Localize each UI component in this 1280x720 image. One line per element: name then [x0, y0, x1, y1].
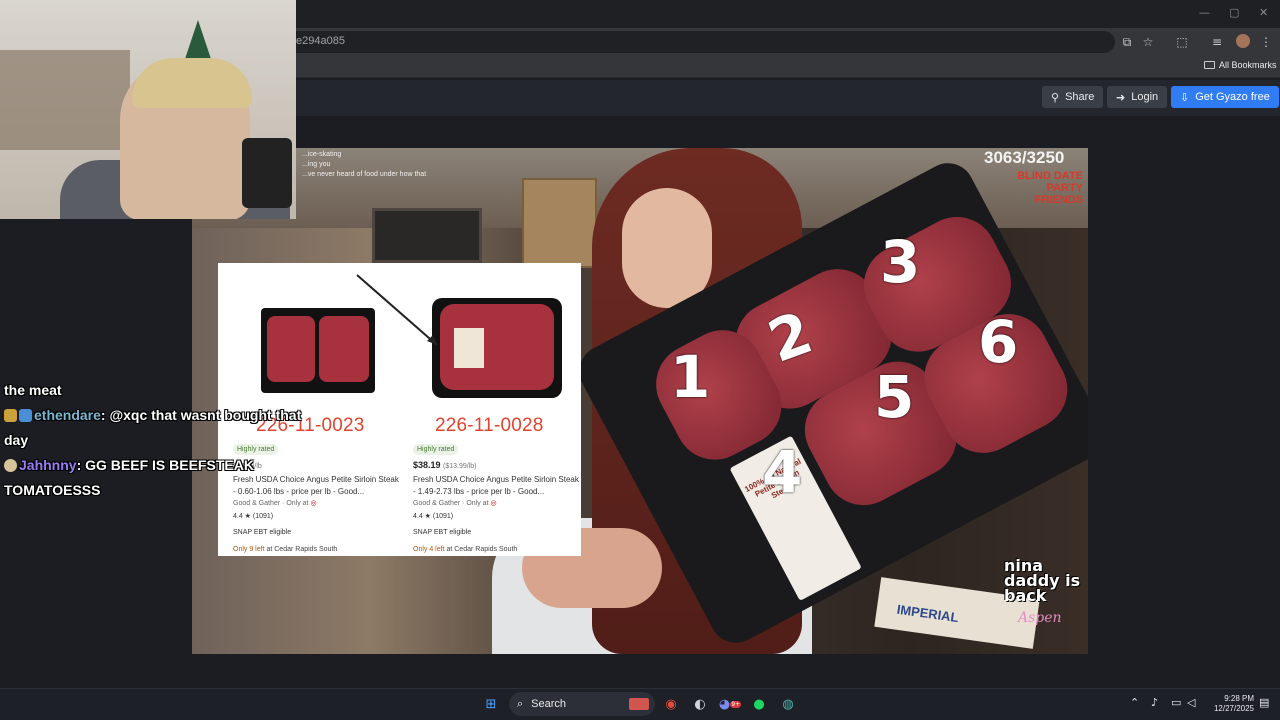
vip-badge-icon — [19, 409, 32, 422]
cast-icon[interactable]: ⧉ — [1118, 33, 1136, 51]
highly-rated-badge: Highly rated — [413, 444, 459, 455]
clock-time: 9:28 PM — [1224, 694, 1254, 703]
product-availability: Only 4 left at Cedar Rapids South — [413, 546, 518, 553]
login-icon: ➜ — [1116, 90, 1126, 104]
chrome-icon[interactable]: ◉ — [661, 694, 681, 714]
get-gyazo-button[interactable]: ⇩ Get Gyazo free — [1171, 86, 1279, 108]
profile-avatar[interactable] — [1236, 34, 1250, 48]
restore-button[interactable]: ▢ — [1229, 6, 1239, 19]
product-brand: Good & Gather · Only at ◎ — [413, 500, 497, 507]
product-code: 226-11-0028 — [435, 415, 544, 436]
close-button[interactable]: ✕ — [1259, 6, 1268, 19]
product-price: $38.19 ($13.99/lb) — [413, 460, 477, 470]
product-availability: Only 9 left at Cedar Rapids South — [233, 546, 338, 553]
share-button[interactable]: ⚲ Share — [1042, 86, 1104, 108]
obs-icon[interactable]: ◐ — [690, 694, 710, 714]
clock-date: 12/27/2025 — [1213, 704, 1254, 713]
sub-badge-icon — [4, 409, 17, 422]
imperial-text: IMPERIAL — [895, 601, 960, 626]
menu-kebab-icon[interactable]: ⋮ — [1257, 33, 1275, 51]
product-image — [432, 298, 562, 398]
streamer-hair — [132, 58, 252, 108]
chat-message: Jahhnny: GG BEEF IS BEEFSTEAK TOMATOESSS — [4, 453, 314, 503]
all-bookmarks[interactable]: All Bookmarks — [1204, 60, 1277, 70]
taskbar-search[interactable]: ⌕ Search — [509, 692, 655, 716]
annotation-digit: 3 — [880, 228, 921, 296]
folder-icon — [1204, 61, 1215, 69]
chat-message: ethendare: @xqc that wasnt bought that d… — [4, 403, 314, 453]
video-watermark-signature: Aspen — [1018, 610, 1062, 626]
chat-overlay: the meat ethendare: @xqc that wasnt boug… — [4, 378, 314, 503]
annotation-digit: 4 — [762, 438, 803, 506]
product-description[interactable]: Fresh USDA Choice Angus Petite Sirloin S… — [413, 474, 583, 498]
snap-eligible: SNAP EBT eligible — [413, 529, 472, 536]
webcam-overlay — [0, 0, 296, 219]
share-icon: ⚲ — [1051, 90, 1060, 104]
annotation-digit: 5 — [874, 363, 915, 431]
all-bookmarks-label: All Bookmarks — [1219, 60, 1277, 70]
app-icon[interactable]: ◍ — [778, 694, 798, 714]
login-label: Login — [1131, 91, 1159, 103]
video-watermark: nina daddy is back — [1004, 556, 1081, 605]
search-highlight-image — [629, 698, 649, 710]
product-rating: 4.4 ★ (1091) — [413, 513, 454, 520]
chat-message: the meat — [4, 382, 62, 398]
search-label: Search — [531, 698, 567, 710]
video-counter: 3063/3250 — [984, 148, 1065, 167]
product-rating: 4.4 ★ (1091) — [233, 513, 274, 520]
volume-icon[interactable]: ◁ — [1187, 696, 1195, 709]
microphone-icon[interactable]: ♪ — [1151, 696, 1158, 709]
windows-start-icon[interactable]: ⊞ — [481, 694, 501, 714]
login-button[interactable]: ➜ Login — [1107, 86, 1168, 108]
spotify-icon[interactable]: ● — [749, 694, 769, 714]
chevron-up-icon[interactable]: ⌃ — [1130, 696, 1139, 709]
video-caption: ...ice-skating ...ing you ...ve never he… — [302, 151, 427, 178]
share-label: Share — [1065, 91, 1095, 103]
kitchen-window — [372, 208, 482, 263]
chat-username: ethendare — [34, 407, 101, 423]
discord-notification-badge: 9+ — [730, 700, 742, 708]
network-icon[interactable]: ▭ — [1171, 696, 1181, 709]
search-icon: ⌕ — [517, 697, 524, 710]
address-bar[interactable] — [280, 31, 1115, 53]
arrow-icon — [356, 274, 438, 346]
extensions-icon[interactable]: ⬚ — [1173, 33, 1191, 51]
snap-eligible: SNAP EBT eligible — [233, 529, 292, 536]
annotation-digit: 6 — [978, 308, 1019, 376]
annotation-digit: 1 — [670, 343, 711, 411]
person-face — [622, 188, 712, 308]
sub-badge-icon — [4, 459, 17, 472]
download-icon: ⇩ — [1180, 90, 1190, 104]
microphone — [242, 138, 292, 208]
product-label — [454, 328, 484, 368]
media-controls-icon[interactable]: ≡ — [1208, 33, 1226, 51]
get-gyazo-label: Get Gyazo free — [1195, 91, 1270, 103]
kitchen-cabinet — [522, 178, 597, 268]
system-clock[interactable]: 9:28 PM 12/27/2025 — [1206, 694, 1254, 714]
steak-icon — [267, 316, 315, 382]
address-url[interactable]: e294a085 — [296, 35, 345, 47]
notifications-icon[interactable]: ▤ — [1259, 696, 1269, 709]
webcam-shelf — [0, 50, 130, 150]
chat-username: Jahhnny — [19, 457, 77, 473]
video-red-text: BLIND DATE PARTY FRIENDS — [1017, 170, 1083, 206]
screen: — ▢ ✕ e294a085 ⧉ ☆ ⬚ ≡ ⋮ All Bookmarks ⚲… — [0, 0, 1280, 720]
discord-icon[interactable]: ◕ 9+ — [719, 694, 742, 714]
minimize-button[interactable]: — — [1199, 6, 1210, 19]
bookmark-star-icon[interactable]: ☆ — [1139, 33, 1157, 51]
